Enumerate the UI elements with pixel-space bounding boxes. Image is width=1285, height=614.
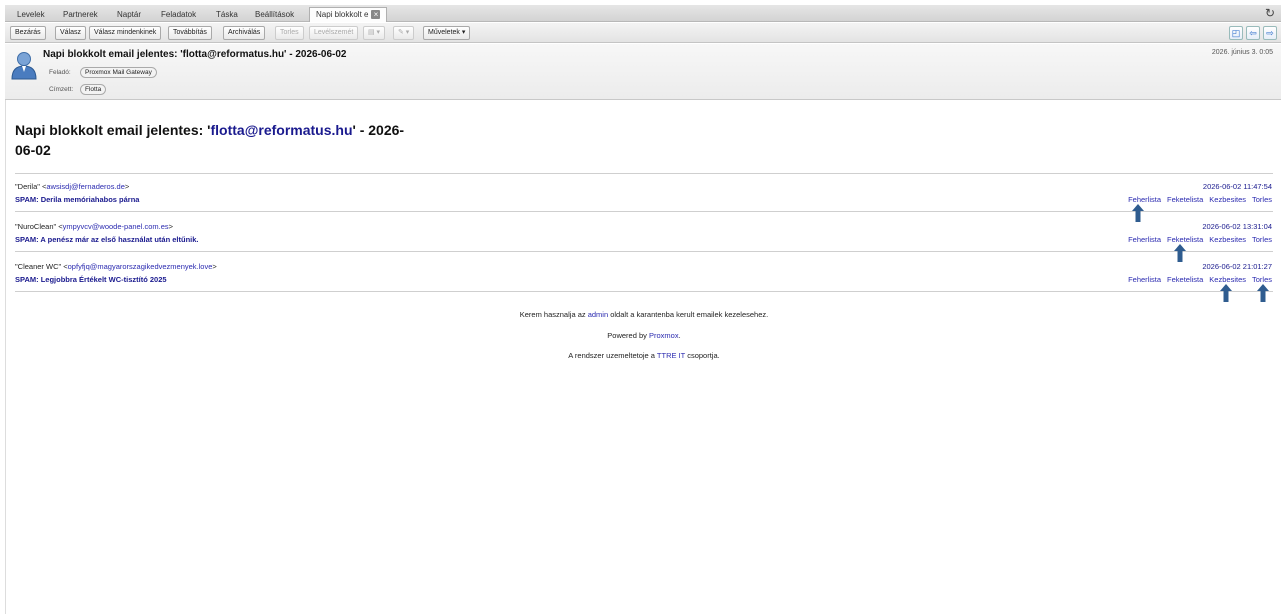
tag-icon: ▤ ▾ xyxy=(368,29,381,36)
tab-levelek[interactable]: Levelek xyxy=(11,8,51,21)
divider xyxy=(15,211,1273,212)
message-body: Napi blokkolt email jelentes: 'flotta@re… xyxy=(5,100,1281,614)
delete-link[interactable]: Torles xyxy=(1252,235,1272,244)
tag-button[interactable]: ▤ ▾ xyxy=(363,26,386,40)
spam-subject[interactable]: SPAM: Derila memóriahabos párna xyxy=(15,195,139,204)
report-title-address-link[interactable]: flotta@reformatus.hu xyxy=(211,122,353,138)
sender-address-link[interactable]: ympyvcv@woode-panel.com.es xyxy=(63,222,169,231)
sender-end: > xyxy=(124,182,130,191)
blacklist-link[interactable]: Feketelista xyxy=(1167,235,1203,244)
message-toolbar: Bezárás Válasz Válasz mindenkinek Tovább… xyxy=(5,23,1281,43)
tab-label: Napi blokkolt e xyxy=(316,10,369,19)
message-header: Napi blokkolt email jelentes: 'flotta@re… xyxy=(5,44,1281,100)
refresh-icon[interactable]: ↻ xyxy=(1265,6,1275,20)
divider xyxy=(15,173,1273,174)
ttre-it-link[interactable]: TTRE IT xyxy=(657,351,685,360)
spam-actions: Feherlista Feketelista Kezbesites Torles xyxy=(1122,195,1272,204)
deliver-link[interactable]: Kezbesites xyxy=(1209,275,1246,284)
tab-naptar[interactable]: Naptár xyxy=(111,8,147,21)
footer-text: . xyxy=(678,331,681,340)
close-button[interactable]: Bezárás xyxy=(10,26,46,40)
open-in-window-icon[interactable]: ◰ xyxy=(1229,26,1243,40)
actions-label: Műveletek xyxy=(428,29,460,36)
to-label: Címzett: xyxy=(49,86,74,93)
arrow-up-icon xyxy=(1132,204,1144,222)
spam-actions: Feherlista Feketelista Kezbesites Torles xyxy=(1122,235,1272,244)
from-label: Feladó: xyxy=(49,69,71,76)
arrow-up-icon xyxy=(1220,284,1232,302)
delete-link[interactable]: Torles xyxy=(1252,195,1272,204)
tab-partnerek[interactable]: Partnerek xyxy=(57,8,104,21)
spam-subject[interactable]: SPAM: A penész már az első használat utá… xyxy=(15,235,199,244)
arrow-up-icon xyxy=(1174,244,1186,262)
arrow-up-icon xyxy=(1257,284,1269,302)
admin-link[interactable]: admin xyxy=(588,310,608,319)
whitelist-link[interactable]: Feherlista xyxy=(1128,275,1161,284)
junk-button[interactable]: Levélszemét xyxy=(309,26,359,40)
blacklist-link[interactable]: Feketelista xyxy=(1167,275,1203,284)
tab-feladatok[interactable]: Feladatok xyxy=(155,8,202,21)
footer-admin-line: Kerem hasznalja az admin oldalt a karant… xyxy=(6,310,1282,319)
close-icon[interactable]: × xyxy=(371,10,381,20)
deliver-link[interactable]: Kezbesites xyxy=(1209,195,1246,204)
divider xyxy=(15,251,1273,252)
report-title-date: 06-02 xyxy=(15,142,51,158)
divider xyxy=(15,291,1273,292)
avatar xyxy=(11,52,37,80)
tab-beallitasok[interactable]: Beállítások xyxy=(249,8,300,21)
whitelist-link[interactable]: Feherlista xyxy=(1128,235,1161,244)
to-chip[interactable]: Flotta xyxy=(80,84,107,95)
spam-sender: "NuroClean" <ympyvcv@woode-panel.com.es> xyxy=(15,222,173,231)
reply-button[interactable]: Válasz xyxy=(55,26,87,40)
archive-button[interactable]: Archiválás xyxy=(223,26,266,40)
spam-time: 2026-06-02 21:01:27 xyxy=(1202,262,1272,271)
proxmox-link[interactable]: Proxmox xyxy=(649,331,679,340)
sender-name: "Derila" < xyxy=(15,182,47,191)
footer-operator-line: A rendszer uzemeltetoje a TTRE IT csopor… xyxy=(6,351,1282,360)
deliver-link[interactable]: Kezbesites xyxy=(1209,235,1246,244)
report-title: Napi blokkolt email jelentes: 'flotta@re… xyxy=(15,120,415,160)
spam-time: 2026-06-02 11:47:54 xyxy=(1202,182,1272,191)
sender-name: "NuroClean" < xyxy=(15,222,63,231)
tab-taska[interactable]: Táska xyxy=(210,8,244,21)
next-message-icon[interactable]: ⇨ xyxy=(1263,26,1277,40)
delete-link[interactable]: Torles xyxy=(1252,275,1272,284)
report-title-suffix: ' - 2026- xyxy=(352,122,405,138)
spam-time: 2026-06-02 13:31:04 xyxy=(1202,222,1272,231)
sender-address-link[interactable]: awsisdj@fernaderos.de xyxy=(46,182,125,191)
footer-text: Powered by xyxy=(607,331,649,340)
report-title-prefix: Napi blokkolt email jelentes: ' xyxy=(15,122,211,138)
from-chip[interactable]: Proxmox Mail Gateway xyxy=(80,67,157,78)
chevron-down-icon: ▾ xyxy=(461,29,466,36)
sender-name: "Cleaner WC" < xyxy=(15,262,68,271)
sender-end: > xyxy=(168,222,174,231)
previous-message-icon[interactable]: ⇦ xyxy=(1246,26,1260,40)
message-date: 2026. június 3. 0:05 xyxy=(1211,49,1273,56)
forward-button[interactable]: Továbbítás xyxy=(168,26,212,40)
sender-end: > xyxy=(212,262,217,271)
sender-address-link[interactable]: opfyfjq@magyarorszagikedvezmenyek.love xyxy=(68,262,213,271)
footer-text: csoportja. xyxy=(685,351,720,360)
tab-napi-blokkolt[interactable]: Napi blokkolt e × xyxy=(309,7,388,22)
footer-text: oldalt a karantenba kerult emailek kezel… xyxy=(608,310,769,319)
tab-bar: Levelek Partnerek Naptár Feladatok Táska… xyxy=(5,5,1281,22)
footer-text: Kerem hasznalja az xyxy=(519,310,588,319)
whitelist-link[interactable]: Feherlista xyxy=(1128,195,1161,204)
spam-sender: "Derila" <awsisdj@fernaderos.de> xyxy=(15,182,129,191)
spam-subject[interactable]: SPAM: Legjobbra Értékelt WC-tisztító 202… xyxy=(15,275,167,284)
footer-powered-line: Powered by Proxmox. xyxy=(6,331,1282,340)
actions-button[interactable]: Műveletek ▾ xyxy=(423,26,471,40)
message-subject: Napi blokkolt email jelentes: 'flotta@re… xyxy=(43,49,347,60)
spam-actions: Feherlista Feketelista Kezbesites Torles xyxy=(1122,275,1272,284)
delete-button[interactable]: Torles xyxy=(275,26,304,40)
reply-all-button[interactable]: Válasz mindenkinek xyxy=(89,26,162,40)
mark-button[interactable]: ✎ ▾ xyxy=(393,26,415,40)
mark-icon: ✎ ▾ xyxy=(398,29,410,36)
footer-text: A rendszer uzemeltetoje a xyxy=(568,351,657,360)
spam-sender: "Cleaner WC" <opfyfjq@magyarorszagikedve… xyxy=(15,262,217,271)
blacklist-link[interactable]: Feketelista xyxy=(1167,195,1203,204)
